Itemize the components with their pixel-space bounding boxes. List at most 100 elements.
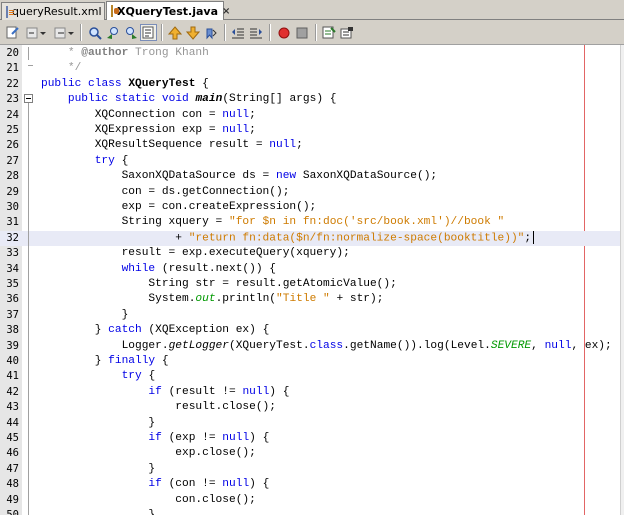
code-line[interactable]: 23 public static void main(String[] args… (0, 92, 620, 107)
code-token: , ex); (571, 339, 612, 352)
code-line[interactable]: 38 } catch (XQException ex) { (0, 323, 620, 338)
code-line[interactable]: 50 } (0, 508, 620, 515)
tab-query-result-xml[interactable]: queryResult.xml × (1, 2, 114, 20)
code-line[interactable]: 39 Logger.getLogger(XQueryTest.class.get… (0, 339, 620, 354)
code-line[interactable]: 32 + "return fn:data($n/fn:normalize-spa… (0, 230, 620, 247)
comment-icon[interactable] (320, 24, 337, 41)
code-token: .getName()).log(Level. (343, 339, 491, 352)
code-line[interactable]: 44 } (0, 416, 620, 431)
code-token: } (41, 308, 129, 321)
line-number: 43 (6, 401, 19, 414)
code-token: + str); (329, 293, 384, 306)
code-line[interactable]: 28 SaxonXQDataSource ds = new SaxonXQDat… (0, 169, 620, 184)
code-line[interactable]: 30 exp = con.createExpression(); (0, 200, 620, 215)
start-macro-icon[interactable] (275, 24, 292, 41)
code-line[interactable]: 31 String xquery = "for $n in fn:doc('sr… (0, 215, 620, 230)
code-token: String xquery = (41, 216, 229, 229)
xml-file-icon (6, 5, 14, 18)
line-number: 30 (6, 201, 19, 213)
forward-dropdown-icon[interactable] (67, 24, 75, 41)
find-icon[interactable] (86, 24, 103, 41)
code-line[interactable]: 20 * @author Trong Khanh (0, 46, 620, 61)
code-line[interactable]: 36 System.out.println("Title " + str); (0, 292, 620, 307)
find-next-icon[interactable] (122, 24, 139, 41)
line-number: 44 (6, 416, 19, 429)
next-bookmark-icon[interactable] (184, 24, 201, 41)
code-token: Trong Khanh (128, 47, 209, 59)
code-text: con = ds.getConnection(); (41, 185, 290, 200)
code-token: try (121, 370, 142, 383)
code-line[interactable]: 43 result.close(); (0, 400, 620, 415)
code-line[interactable]: 46 exp.close(); (0, 446, 620, 461)
shift-left-icon[interactable] (229, 24, 246, 41)
code-line[interactable]: 26 XQResultSequence result = null; (0, 138, 620, 153)
code-line[interactable]: 22 public class XQueryTest { (0, 77, 620, 92)
code-text: con.close(); (41, 493, 256, 508)
code-text: public static void main(String[] args) { (41, 92, 337, 107)
previous-bookmark-icon[interactable] (166, 24, 183, 41)
code-token: (XQException ex) { (141, 324, 270, 337)
code-line[interactable]: 35 String str = result.getAtomicValue(); (0, 277, 620, 292)
editor-tab-bar: queryResult.xml × XQueryTest.java × (0, 0, 624, 20)
code-token: { (141, 370, 156, 383)
code-line[interactable]: 37 } (0, 308, 620, 323)
code-token: SEVERE (490, 339, 532, 352)
code-line[interactable]: 33 result = exp.executeQuery(xquery); (0, 246, 620, 261)
code-line[interactable]: 34 while (result.next()) { (0, 262, 620, 277)
vertical-scrollbar-edge[interactable] (620, 45, 624, 515)
code-token: ; (296, 139, 303, 152)
code-token: { (155, 355, 169, 367)
close-icon[interactable]: × (222, 6, 230, 17)
code-text: String str = result.getAtomicValue(); (41, 277, 396, 292)
code-text: public class XQueryTest { (41, 77, 209, 92)
code-line[interactable]: 27 try { (0, 154, 620, 169)
code-line[interactable]: 24 XQConnection con = null; (0, 108, 620, 123)
code-line[interactable]: 49 con.close(); (0, 493, 620, 508)
code-token: (XQueryTest. (229, 339, 310, 352)
code-token: class (88, 77, 122, 90)
code-token: (con != (161, 478, 223, 491)
last-edit-icon[interactable] (4, 24, 21, 41)
code-line[interactable]: 42 if (result != null) { (0, 385, 620, 400)
stop-macro-icon[interactable] (293, 24, 310, 41)
code-line[interactable]: 21 */ (0, 61, 620, 76)
code-line[interactable]: 41 try { (0, 369, 620, 384)
code-token: con.close(); (41, 493, 256, 506)
uncomment-icon[interactable] (338, 24, 355, 41)
fold-toggle-icon[interactable] (24, 94, 33, 103)
tab-xquery-test-java[interactable]: XQueryTest.java × (106, 1, 230, 20)
line-number: 20 (6, 47, 19, 59)
code-token: "Title " (276, 293, 330, 306)
code-token: if (148, 385, 162, 398)
code-text: if (result != null) { (41, 385, 289, 400)
toggle-highlight-icon[interactable] (140, 24, 157, 41)
tab-label: XQueryTest.java (117, 4, 218, 18)
back-dropdown-icon[interactable] (39, 24, 47, 41)
code-token: @author (81, 47, 129, 59)
editor-toolbar (0, 20, 624, 45)
code-token: System. (41, 293, 196, 306)
code-token: class (309, 339, 344, 352)
code-line[interactable]: 25 XQExpression exp = null; (0, 123, 620, 138)
shift-right-icon[interactable] (247, 24, 264, 41)
code-token: finally (108, 355, 156, 367)
code-token: null (242, 385, 270, 398)
code-line[interactable]: 29 con = ds.getConnection(); (0, 185, 620, 200)
text-caret (533, 230, 535, 244)
code-token: (result.next()) { (155, 262, 277, 275)
code-token: public (67, 93, 109, 106)
code-line[interactable]: 47 } (0, 462, 620, 477)
code-editor[interactable]: 20 * @author Trong Khanh 21 */22 public cl… (0, 45, 624, 515)
line-number: 35 (6, 278, 19, 290)
toggle-bookmark-icon[interactable] (202, 24, 219, 41)
code-line[interactable]: 40 } finally { (0, 354, 620, 369)
code-line[interactable]: 45 if (exp != null) { (0, 431, 620, 446)
code-token: static (114, 93, 156, 106)
find-previous-icon[interactable] (104, 24, 121, 41)
code-line[interactable]: 48 if (con != null) { (0, 477, 620, 492)
code-token: result = exp.executeQuery(xquery); (41, 247, 350, 260)
code-text: XQResultSequence result = null; (41, 138, 303, 153)
line-number: 21 (6, 62, 19, 75)
